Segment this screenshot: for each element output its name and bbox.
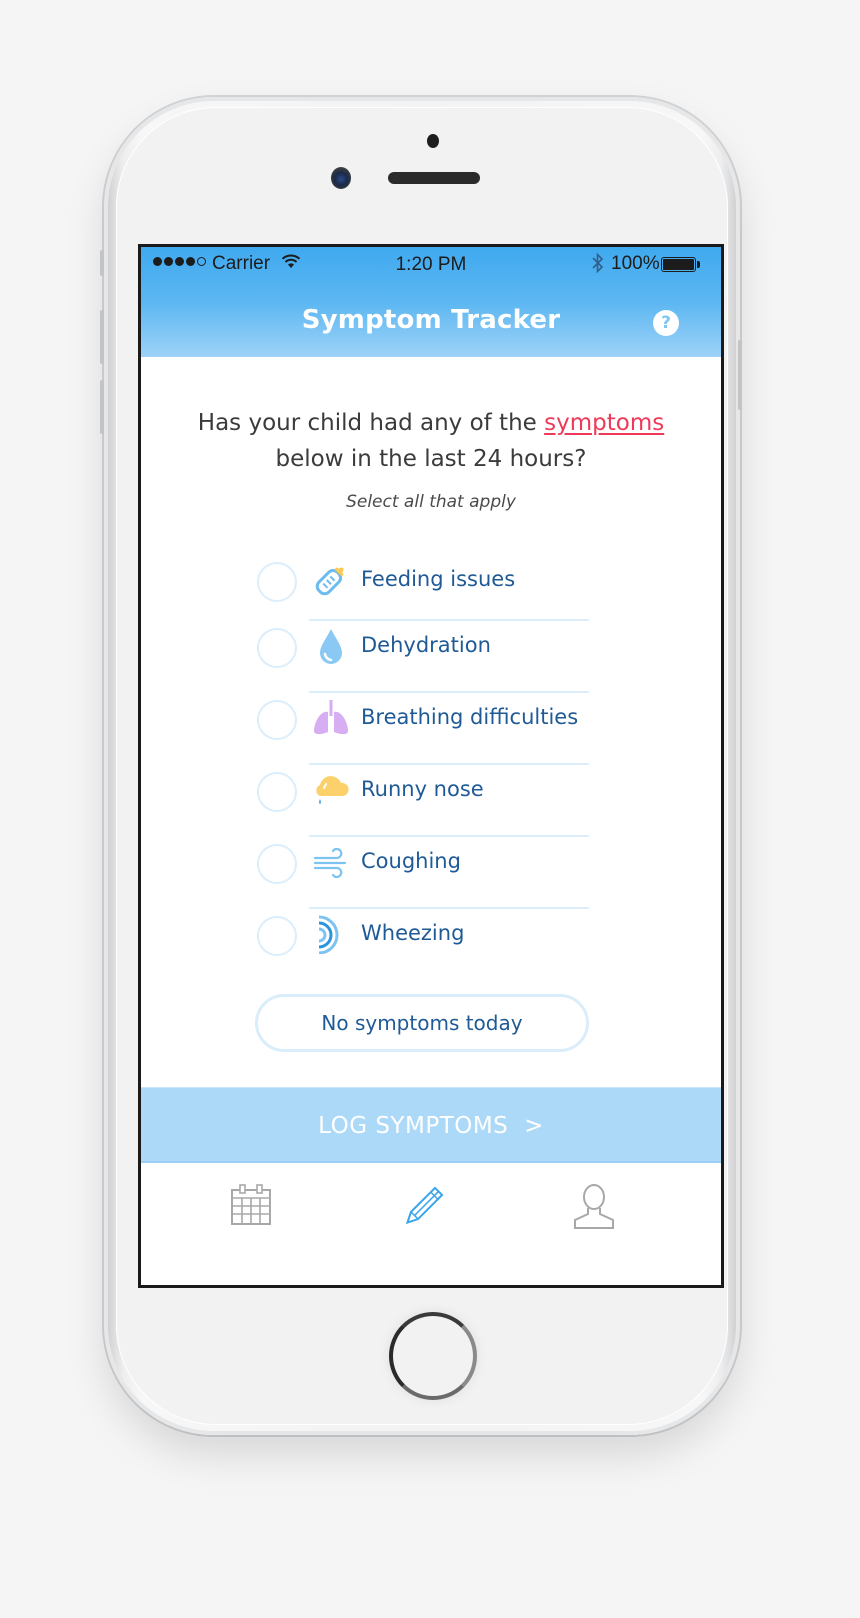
pencil-icon — [405, 1186, 444, 1225]
symptom-item-dehydration[interactable]: Dehydration — [257, 621, 589, 693]
symptoms-link[interactable]: symptoms — [544, 410, 664, 436]
volume-down-button — [100, 380, 104, 434]
proximity-sensor — [427, 134, 439, 148]
status-bar: Carrier 1:20 PM 100% — [141, 247, 721, 283]
baby-bottle-icon — [311, 560, 351, 600]
checkbox[interactable] — [257, 916, 297, 956]
symptom-item-runny-nose[interactable]: Runny nose — [257, 765, 589, 837]
checkbox[interactable] — [257, 700, 297, 740]
symptom-label: Feeding issues — [361, 567, 516, 591]
symptom-label: Runny nose — [361, 777, 484, 801]
symptom-item-feeding-issues[interactable]: Feeding issues — [257, 555, 589, 621]
help-icon: ? — [661, 313, 671, 333]
water-drop-icon — [311, 626, 351, 666]
select-hint: Select all that apply — [346, 492, 516, 512]
question-text: Has your child had any of the symptoms b… — [141, 405, 721, 477]
symptom-label: Breathing difficulties — [361, 705, 579, 729]
checkbox[interactable] — [257, 772, 297, 812]
home-button[interactable] — [389, 1312, 477, 1400]
symptom-label: Wheezing — [361, 921, 465, 945]
symptom-label: Dehydration — [361, 633, 491, 657]
symptom-label: Coughing — [361, 849, 461, 873]
question-suffix: below in the last 24 hours? — [275, 446, 587, 472]
battery-icon — [661, 257, 696, 272]
app-header: Carrier 1:20 PM 100% Symptom Tracker ? — [141, 247, 721, 357]
tab-log[interactable] — [399, 1183, 449, 1233]
earpiece-speaker — [388, 172, 480, 184]
symptom-item-coughing[interactable]: Coughing — [257, 837, 589, 909]
log-symptoms-button[interactable]: LOG SYMPTOMS > — [141, 1087, 721, 1163]
help-button[interactable]: ? — [653, 310, 679, 336]
volume-up-button — [100, 310, 104, 364]
battery-percent: 100% — [611, 253, 660, 274]
cloud-drip-icon — [311, 770, 351, 810]
power-button — [738, 340, 742, 410]
app-screen: Carrier 1:20 PM 100% Symptom Tracker ? H… — [138, 244, 724, 1288]
log-symptoms-label: LOG SYMPTOMS — [318, 1113, 509, 1139]
calendar-icon — [231, 1184, 271, 1225]
page-title: Symptom Tracker — [301, 305, 561, 335]
no-symptoms-button[interactable]: No symptoms today — [255, 994, 589, 1052]
checkbox[interactable] — [257, 844, 297, 884]
question-prefix: Has your child had any of the — [197, 410, 545, 436]
symptom-list: Feeding issues Dehydration Breathing dif… — [257, 555, 589, 981]
user-icon — [574, 1184, 614, 1229]
symptom-item-breathing-difficulties[interactable]: Breathing difficulties — [257, 693, 589, 765]
lungs-icon — [311, 698, 351, 738]
mute-switch — [100, 250, 104, 276]
tab-bar — [141, 1163, 721, 1285]
battery-tip — [697, 261, 700, 268]
bluetooth-icon — [591, 251, 605, 281]
checkbox[interactable] — [257, 562, 297, 602]
symptom-item-wheezing[interactable]: Wheezing — [257, 909, 589, 981]
sound-waves-icon — [311, 914, 351, 955]
chevron-right-icon: > — [524, 1113, 544, 1139]
tab-calendar[interactable] — [229, 1183, 279, 1233]
wind-icon — [311, 842, 351, 882]
tab-profile[interactable] — [571, 1183, 621, 1233]
checkbox[interactable] — [257, 628, 297, 668]
front-camera — [331, 167, 351, 189]
